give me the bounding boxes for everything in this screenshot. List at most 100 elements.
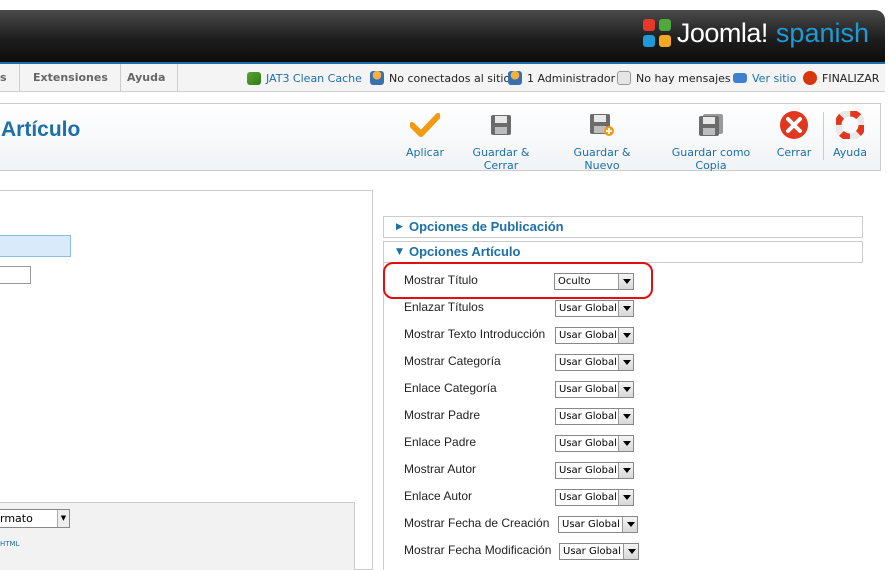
chevron-down-icon: ▼ bbox=[57, 510, 69, 527]
format-select[interactable]: rmato ▼ bbox=[0, 509, 70, 528]
option-label: Mostrar Fecha Modificación bbox=[404, 543, 552, 557]
option-select-value: Usar Global bbox=[563, 546, 621, 557]
status-cache[interactable]: JAT3 Clean Cache bbox=[247, 64, 362, 92]
option-select-value: Usar Global bbox=[559, 303, 617, 314]
option-select-value: Usar Global bbox=[559, 384, 617, 395]
checkmark-icon bbox=[405, 110, 445, 140]
power-icon bbox=[803, 71, 817, 85]
option-select[interactable]: Usar Global bbox=[559, 543, 639, 560]
save-close-label: Guardar & Cerrar bbox=[472, 146, 530, 172]
option-label: Mostrar Autor bbox=[404, 462, 477, 476]
apply-button[interactable]: Aplicar bbox=[405, 110, 445, 159]
option-label: Enlazar Títulos bbox=[404, 300, 484, 314]
option-select[interactable]: Usar Global bbox=[555, 354, 634, 371]
view-site-link[interactable]: Ver sitio bbox=[752, 72, 796, 85]
status-messages: No hay mensajes bbox=[617, 64, 731, 92]
close-button[interactable]: Cerrar bbox=[774, 110, 814, 159]
admin-header: Joomla! spanish bbox=[0, 10, 885, 62]
editor-format-area: rmato ▼ HTML bbox=[0, 502, 355, 570]
chevron-down-icon bbox=[618, 490, 633, 505]
admin-user-icon bbox=[508, 71, 522, 85]
joomla-logo: Joomla! spanish bbox=[641, 17, 869, 49]
option-label: Mostrar Padre bbox=[404, 408, 481, 422]
chevron-down-icon bbox=[623, 544, 638, 559]
status-users: No conectados al sitio bbox=[370, 64, 510, 92]
status-view-site[interactable]: Ver sitio bbox=[733, 64, 796, 92]
close-icon bbox=[774, 110, 814, 140]
format-path-link[interactable]: HTML bbox=[0, 540, 19, 548]
title-input[interactable] bbox=[0, 235, 71, 257]
help-button[interactable]: Ayuda bbox=[832, 110, 868, 159]
article-options-list: Mostrar Título Oculto Enlazar Títulos Us… bbox=[383, 262, 874, 570]
page-title: Artículo bbox=[1, 118, 81, 141]
option-label: Enlace Categoría bbox=[404, 381, 497, 395]
admin-menu-bar: s Extensiones Ayuda JAT3 Clean Cache No … bbox=[0, 62, 885, 92]
format-select-value: rmato bbox=[0, 512, 33, 525]
panel-article-title: Opciones Artículo bbox=[409, 244, 521, 259]
triangle-right-icon: ▶ bbox=[396, 222, 403, 232]
article-details-pane: rmato ▼ HTML bbox=[0, 190, 373, 570]
logout-label: FINALIZAR bbox=[822, 71, 880, 85]
save-new-button[interactable]: Guardar & Nuevo bbox=[559, 110, 645, 172]
brand-name: Joomla! bbox=[676, 17, 769, 48]
status-cache-label: JAT3 Clean Cache bbox=[266, 71, 362, 85]
status-messages-label: No hay mensajes bbox=[636, 71, 731, 85]
option-select[interactable]: Usar Global bbox=[555, 381, 634, 398]
page: Joomla! spanish s Extensiones Ayuda JAT3… bbox=[0, 0, 894, 570]
status-admins: 1 Administrador bbox=[508, 64, 615, 92]
option-label: Mostrar Texto Introducción bbox=[404, 327, 546, 341]
menu-item-ayuda[interactable]: Ayuda bbox=[115, 64, 179, 92]
brand-lang: spanish bbox=[775, 17, 869, 48]
save-new-label: Guardar & Nuevo bbox=[573, 146, 631, 172]
option-select-value: Usar Global bbox=[562, 519, 620, 530]
copy-floppy-icon bbox=[660, 110, 762, 140]
option-select-value: Usar Global bbox=[559, 492, 617, 503]
close-label: Cerrar bbox=[776, 146, 812, 159]
option-label: Enlace Autor bbox=[404, 489, 473, 503]
option-select[interactable]: Usar Global bbox=[555, 489, 634, 506]
triangle-down-icon: ▼ bbox=[396, 247, 403, 257]
option-select[interactable]: Usar Global bbox=[555, 462, 634, 479]
chevron-down-icon bbox=[618, 355, 633, 370]
option-select-value: Usar Global bbox=[559, 357, 617, 368]
option-label: Enlace Padre bbox=[404, 435, 477, 449]
save-copy-button[interactable]: Guardar como Copia bbox=[660, 110, 762, 172]
toolbar-divider bbox=[823, 112, 824, 160]
logout-link[interactable]: FINALIZAR bbox=[803, 64, 879, 92]
chevron-down-icon bbox=[618, 436, 633, 451]
highlight-annotation bbox=[383, 262, 653, 299]
option-select-value: Usar Global bbox=[559, 330, 617, 341]
help-label: Ayuda bbox=[833, 146, 867, 159]
chevron-down-icon bbox=[622, 517, 637, 532]
monitor-icon bbox=[733, 73, 747, 83]
menu-item-extensiones[interactable]: Extensiones bbox=[21, 64, 121, 92]
floppy-plus-icon bbox=[559, 110, 645, 140]
option-select[interactable]: Usar Global bbox=[555, 435, 634, 452]
chevron-down-icon bbox=[618, 409, 633, 424]
option-select[interactable]: Usar Global bbox=[555, 327, 634, 344]
option-select[interactable]: Usar Global bbox=[555, 300, 634, 317]
toolbar: Artículo Aplicar Guardar & Cerrar Guarda… bbox=[0, 103, 881, 172]
save-close-button[interactable]: Guardar & Cerrar bbox=[458, 110, 544, 172]
alias-input[interactable] bbox=[0, 266, 31, 284]
joomla-flower-icon bbox=[641, 17, 673, 49]
option-label: Mostrar Categoría bbox=[404, 354, 501, 368]
messages-icon bbox=[617, 71, 631, 85]
menu-item-cut[interactable]: s bbox=[0, 64, 20, 92]
status-admins-label: 1 Administrador bbox=[527, 71, 616, 85]
chevron-down-icon bbox=[618, 382, 633, 397]
panel-publishing-options[interactable]: ▶ Opciones de Publicación bbox=[383, 216, 863, 238]
chevron-down-icon bbox=[618, 328, 633, 343]
option-select-value: Usar Global bbox=[559, 465, 617, 476]
cache-icon bbox=[247, 71, 261, 85]
panel-article-options[interactable]: ▼ Opciones Artículo bbox=[383, 241, 863, 263]
floppy-disk-icon bbox=[458, 110, 544, 140]
chevron-down-icon bbox=[618, 301, 633, 316]
option-select[interactable]: Usar Global bbox=[558, 516, 638, 533]
users-icon bbox=[370, 71, 384, 85]
panel-publishing-title: Opciones de Publicación bbox=[409, 219, 564, 234]
save-copy-label: Guardar como Copia bbox=[671, 146, 751, 172]
apply-label: Aplicar bbox=[406, 146, 444, 159]
status-users-label: No conectados al sitio bbox=[389, 71, 511, 85]
option-select[interactable]: Usar Global bbox=[555, 408, 634, 425]
